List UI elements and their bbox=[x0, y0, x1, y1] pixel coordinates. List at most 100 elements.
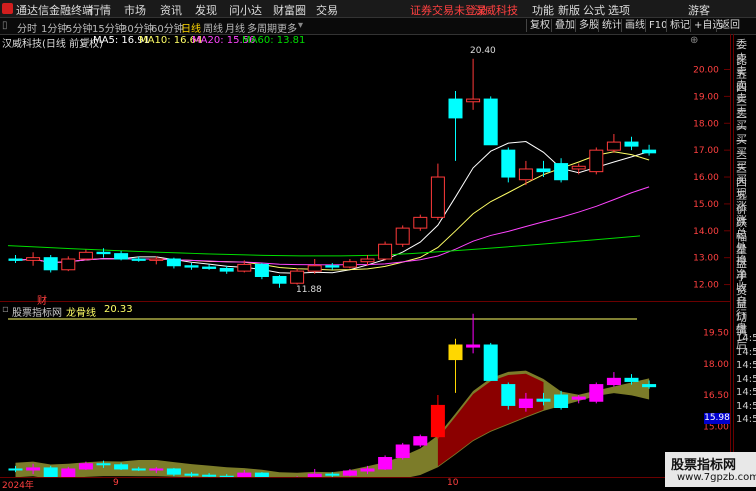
sub-candle-body bbox=[342, 470, 357, 476]
sub-candle-body bbox=[96, 463, 111, 466]
candle-body bbox=[166, 258, 181, 267]
sub-candle-body bbox=[166, 468, 181, 475]
candle-body bbox=[26, 257, 41, 261]
sub-candle-body bbox=[114, 464, 129, 470]
sub-candle-body bbox=[325, 473, 340, 476]
candle-body bbox=[272, 275, 287, 284]
candle-body bbox=[378, 243, 393, 260]
candle-body bbox=[466, 98, 481, 103]
sub-candle-body bbox=[466, 344, 481, 348]
candle-body bbox=[61, 258, 76, 271]
right-panel-item: 14:50 bbox=[736, 360, 756, 371]
ma5-line bbox=[15, 141, 650, 274]
candle-body bbox=[589, 149, 604, 173]
high-label: 20.40 bbox=[470, 46, 496, 56]
candle-body bbox=[413, 216, 428, 229]
candle-body bbox=[395, 227, 410, 245]
sub-candle-body bbox=[395, 444, 410, 458]
candle-body bbox=[202, 266, 217, 269]
candle-body bbox=[254, 263, 269, 277]
candle-body bbox=[624, 141, 639, 147]
candle-body bbox=[536, 168, 551, 173]
axis-year: 2024年 bbox=[2, 481, 34, 491]
low-label: 11.88 bbox=[296, 285, 322, 295]
ribbon-band-dark bbox=[437, 373, 544, 467]
sub-axis-label: 19.50 bbox=[703, 329, 729, 339]
candle-body bbox=[8, 258, 23, 261]
ma20-line bbox=[15, 186, 650, 266]
candle-body bbox=[571, 165, 586, 170]
sub-candle-body bbox=[448, 344, 463, 361]
sub-candle-body bbox=[571, 396, 586, 400]
right-panel-item: 14:50 bbox=[736, 333, 756, 344]
candle-body bbox=[518, 168, 533, 181]
candle-body bbox=[430, 176, 445, 218]
candle-body bbox=[237, 263, 252, 272]
candle-body bbox=[184, 265, 199, 268]
sub-candle-body bbox=[501, 384, 516, 406]
sub-candle-body bbox=[536, 398, 551, 402]
sub-candle-body bbox=[430, 404, 445, 438]
candle-body bbox=[114, 253, 129, 260]
candle-body bbox=[606, 141, 621, 151]
sub-candle-body bbox=[589, 384, 604, 402]
candle-body bbox=[325, 265, 340, 268]
price-tag: 15.98 bbox=[704, 413, 730, 424]
sub-candle-body bbox=[378, 457, 393, 470]
candle-body bbox=[642, 149, 657, 154]
watermark-url: www.7gpzb.com bbox=[677, 472, 756, 483]
right-panel-item: 14:50 bbox=[736, 373, 756, 385]
axis-label: 17.00 bbox=[693, 146, 719, 156]
axis-label: 20.00 bbox=[693, 66, 719, 76]
candle-body bbox=[219, 267, 234, 272]
candle-body bbox=[307, 265, 322, 272]
right-panel-item: 14:50 bbox=[736, 346, 756, 358]
watermark-title: 股票指标网 bbox=[671, 458, 737, 473]
sub-candle-body bbox=[413, 436, 428, 446]
axis-label: 16.00 bbox=[693, 173, 719, 183]
right-info-panel: 委比 卖五 卖四 卖三 卖二 卖一 买一 买二 买三 买四 买五 现价 涨跌 涨幅 总量 外盘 换手 净资 收益 自动… bbox=[733, 34, 756, 487]
candle-body bbox=[78, 251, 93, 260]
sub-candle-body bbox=[43, 467, 58, 477]
candle-body bbox=[554, 163, 569, 181]
sub-candle-body bbox=[624, 377, 639, 382]
candle-body bbox=[342, 261, 357, 268]
cai-mark[interactable]: 财 bbox=[37, 292, 47, 307]
axis-label: 18.00 bbox=[693, 119, 719, 129]
axis-label: 15.00 bbox=[693, 200, 719, 210]
panel-divider bbox=[0, 301, 731, 302]
sub-candle-body bbox=[642, 384, 657, 388]
watermark: 股票指标网 www.7gpzb.com bbox=[665, 452, 756, 487]
candle-body bbox=[360, 258, 375, 263]
candle-body bbox=[501, 149, 516, 178]
candle-body bbox=[131, 258, 146, 261]
candle-body bbox=[483, 98, 498, 146]
sub-candle-body bbox=[518, 398, 533, 408]
sub-candle-body bbox=[606, 377, 621, 386]
sub-candle-body bbox=[26, 467, 41, 471]
sub-candle-body bbox=[483, 344, 498, 381]
time-axis: 2024年 9 10 bbox=[0, 477, 731, 491]
sub-candle-body bbox=[554, 394, 569, 408]
kline-chart[interactable]: 20.00 19.00 18.00 17.00 16.00 15.00 14.00 13.00… bbox=[0, 0, 731, 477]
ma10-line bbox=[15, 151, 650, 271]
candle-body bbox=[448, 98, 463, 119]
right-panel-item: 14:50 bbox=[736, 414, 756, 425]
right-panel-item: 14:50 bbox=[736, 400, 756, 412]
sub-candle-body bbox=[360, 468, 375, 472]
axis-label: 12.00 bbox=[693, 281, 719, 291]
sub-candle-body bbox=[184, 473, 199, 476]
sub-axis-label: 16.50 bbox=[703, 391, 729, 401]
right-panel-item: 14:50 bbox=[736, 387, 756, 398]
sub-candle-body bbox=[149, 468, 164, 471]
sub-axis-label: 18.00 bbox=[703, 360, 729, 370]
axis-label: 19.00 bbox=[693, 92, 719, 102]
sub-candle-body bbox=[61, 468, 76, 477]
sub-candle-body bbox=[78, 463, 93, 470]
axis-label: 14.00 bbox=[693, 227, 719, 237]
axis-divider bbox=[730, 34, 731, 477]
candle-body bbox=[96, 251, 111, 255]
axis-label: 13.00 bbox=[693, 254, 719, 264]
candle-body bbox=[149, 258, 164, 261]
candle-body bbox=[290, 270, 305, 284]
